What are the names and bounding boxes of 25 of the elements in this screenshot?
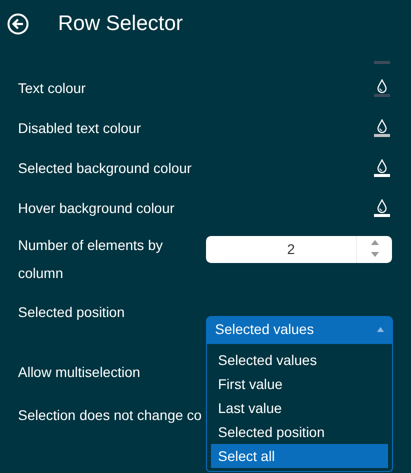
setting-label: column [18, 264, 64, 283]
select-dropdown[interactable]: Selected values [206, 316, 393, 343]
setting-label: Selected position [18, 303, 125, 322]
dropdown-option[interactable]: Select all [211, 444, 388, 468]
drop-icon[interactable] [376, 159, 388, 173]
setting-label: Disabled text colour [18, 118, 141, 138]
setting-label: Selection does not change co [18, 406, 202, 425]
caret-icon [377, 327, 384, 332]
setting-label: Text colour [18, 78, 86, 98]
setting-label: Number of elements by [18, 236, 163, 255]
drop-icon[interactable] [376, 119, 388, 133]
page-title: Row Selector [58, 11, 183, 38]
setting-label: Hover background colour [18, 198, 174, 218]
number-field[interactable]: 2 [206, 236, 392, 263]
setting-label: Allow multiselection [18, 362, 140, 382]
back-icon[interactable] [7, 13, 29, 35]
down-arrow-icon[interactable] [370, 252, 378, 257]
up-arrow-icon[interactable] [370, 240, 378, 245]
dropdown-option[interactable]: Selected position [211, 420, 388, 444]
setting-label: Selected background colour [18, 158, 192, 178]
dropdown-option[interactable]: Last value [211, 396, 388, 420]
drop-icon[interactable] [376, 199, 388, 213]
drop-icon[interactable] [376, 79, 388, 93]
dropdown-option[interactable]: Selected values [211, 348, 388, 372]
dropdown-option[interactable]: First value [211, 372, 388, 396]
